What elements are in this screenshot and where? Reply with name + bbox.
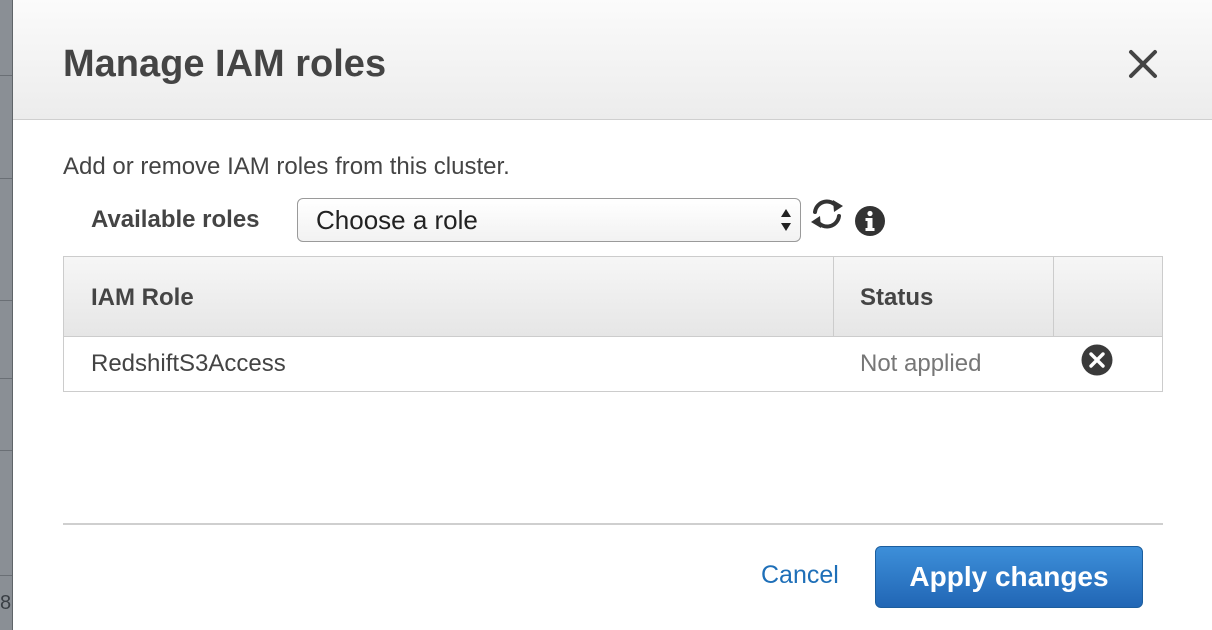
backdrop-divider: [0, 178, 12, 179]
info-icon[interactable]: [853, 204, 887, 238]
available-roles-label: Available roles: [91, 206, 260, 233]
column-header-actions: [1054, 257, 1162, 336]
backdrop-divider: [0, 378, 12, 379]
manage-iam-roles-dialog: Manage IAM roles Add or remove IAM roles…: [12, 0, 1212, 630]
backdrop-divider: [0, 575, 12, 576]
remove-circle-icon[interactable]: [1080, 343, 1114, 377]
status-cell: Not applied: [834, 337, 1054, 391]
backdrop-text: 8: [0, 592, 12, 614]
role-select-value: Choose a role: [316, 205, 478, 235]
apply-changes-button[interactable]: Apply changes: [875, 546, 1143, 608]
table-row: RedshiftS3Access Not applied: [64, 337, 1162, 391]
iam-roles-table: IAM Role Status RedshiftS3Access Not app…: [63, 256, 1163, 392]
column-header-status[interactable]: Status: [834, 257, 1054, 336]
column-header-label: Status: [860, 284, 934, 311]
table-header-row: IAM Role Status: [64, 257, 1162, 337]
role-select[interactable]: Choose a role: [297, 198, 801, 242]
column-header-label: IAM Role: [91, 284, 194, 311]
dialog-description: Add or remove IAM roles from this cluste…: [63, 153, 510, 180]
close-icon[interactable]: [1125, 46, 1161, 82]
backdrop-page-edge: 8: [0, 0, 12, 630]
role-name-cell: RedshiftS3Access: [64, 337, 834, 391]
dialog-title: Manage IAM roles: [63, 43, 387, 85]
backdrop-divider: [0, 75, 12, 76]
role-name: RedshiftS3Access: [91, 350, 286, 377]
dialog-header: Manage IAM roles: [13, 0, 1212, 120]
backdrop-divider: [0, 300, 12, 301]
select-arrows-icon: [780, 207, 792, 233]
backdrop-divider: [0, 450, 12, 451]
column-header-iam-role[interactable]: IAM Role: [64, 257, 834, 336]
cancel-button[interactable]: Cancel: [761, 560, 839, 590]
refresh-icon[interactable]: [807, 196, 847, 232]
footer-divider: [63, 523, 1163, 525]
role-status: Not applied: [860, 350, 982, 377]
